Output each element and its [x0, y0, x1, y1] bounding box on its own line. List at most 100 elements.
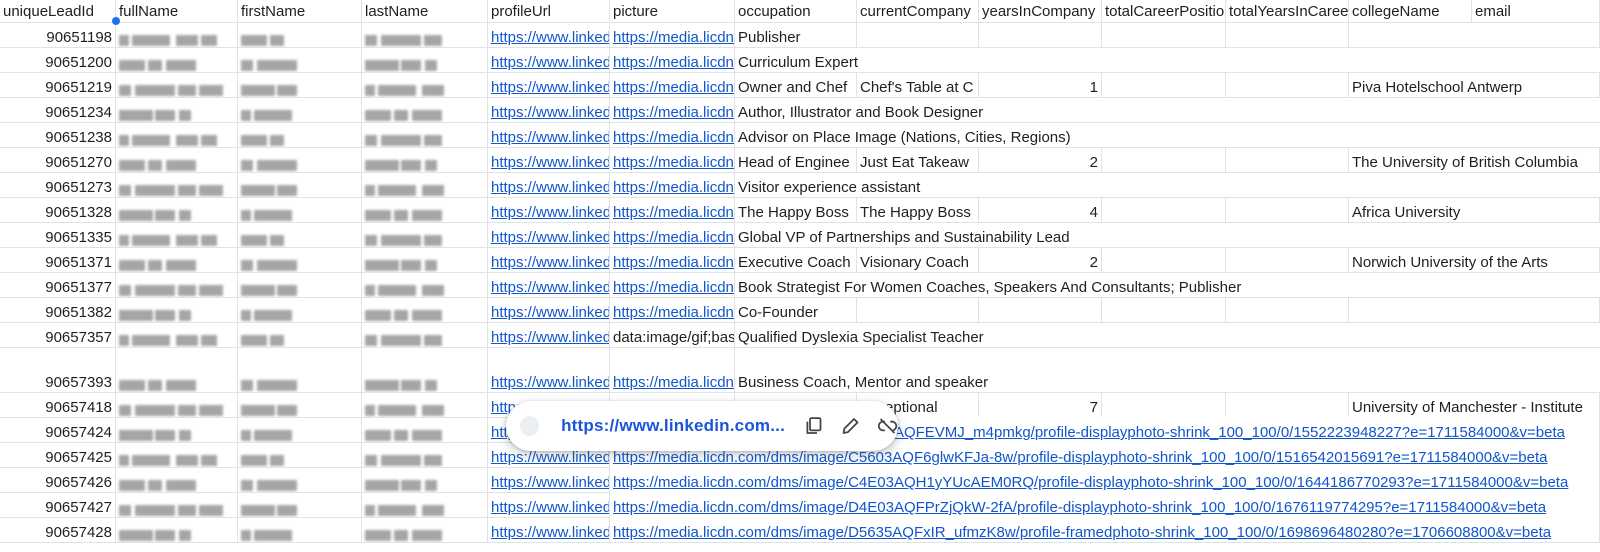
full-name-cell[interactable]	[116, 147, 238, 172]
profile-url-cell-text[interactable]: https://www.linkedin.com/in/	[491, 154, 609, 171]
occupation-cell[interactable]: Executive Coach	[735, 247, 857, 272]
profile-url-cell[interactable]: https://www.linkedin.com/in/	[488, 72, 610, 97]
years-cell[interactable]: 2	[979, 147, 1102, 172]
full-name-cell[interactable]	[116, 222, 238, 247]
company-cell[interactable]: Just Eat Takeaw	[857, 147, 979, 172]
picture-cell[interactable]: https://media.licdn.com/dms/image/C4E03A…	[610, 467, 1600, 492]
picture-cell[interactable]: https://media.licdn.com/	[610, 272, 735, 297]
full-name-cell[interactable]	[116, 392, 238, 417]
profile-url-cell[interactable]: https://www.linkedin.com/in/	[488, 147, 610, 172]
pencil-icon[interactable]	[840, 415, 861, 437]
profile-url-cell-text[interactable]: https://www.linkedin.com/in/	[491, 279, 609, 296]
last-name-cell[interactable]	[362, 72, 488, 97]
last-name-cell[interactable]	[362, 222, 488, 247]
profile-url-cell[interactable]: https://www.linkedin.com/in/	[488, 272, 610, 297]
last-name-cell[interactable]	[362, 417, 488, 442]
first-name-cell[interactable]	[238, 172, 362, 197]
career-positions-cell[interactable]	[1102, 72, 1226, 97]
picture-cell[interactable]: https://media.licdn.com/	[610, 347, 735, 392]
profile-url-cell[interactable]: https://www.linkedin.com/in/	[488, 297, 610, 322]
column-header[interactable]: currentCompany	[857, 0, 979, 22]
profile-url-cell-text[interactable]: https://www.linkedin.com/in/	[491, 104, 609, 121]
profile-url-cell[interactable]: https://www.linkedin.com/in/	[488, 517, 610, 542]
profile-url-cell-text[interactable]: https://www.linkedin.com/in/	[491, 79, 609, 96]
lead-id-cell[interactable]: 90651270	[0, 147, 116, 172]
company-cell[interactable]: Chef's Table at C	[857, 72, 979, 97]
college-cell[interactable]: University of Manchester - Institute	[1349, 392, 1600, 417]
lead-id-cell[interactable]: 90657426	[0, 467, 116, 492]
full-name-cell[interactable]	[116, 197, 238, 222]
last-name-cell[interactable]	[362, 467, 488, 492]
column-header[interactable]: totalYearsInCareer	[1226, 0, 1349, 22]
full-name-cell[interactable]	[116, 97, 238, 122]
lead-id-cell[interactable]: 90651200	[0, 47, 116, 72]
picture-cell-text[interactable]: https://media.licdn.com/dms/image/D5635A…	[613, 524, 1551, 541]
occupation-cell[interactable]: Visitor experience assistant	[735, 172, 1600, 197]
occupation-cell[interactable]: Advisor on Place Image (Nations, Cities,…	[735, 122, 1600, 147]
profile-url-cell-text[interactable]: https://www.linkedin.com/in/	[491, 374, 609, 391]
picture-cell-text[interactable]: https://media.licdn.com/dms/image/C4E03A…	[613, 474, 1568, 491]
profile-url-cell[interactable]: https://www.linkedin.com/in/	[488, 172, 610, 197]
full-name-cell[interactable]	[116, 347, 238, 392]
column-header[interactable]: yearsInCompany	[979, 0, 1102, 22]
column-header[interactable]: occupation	[735, 0, 857, 22]
picture-cell-text[interactable]: https://media.licdn.com/	[613, 79, 734, 96]
last-name-cell[interactable]	[362, 97, 488, 122]
occupation-cell[interactable]: Global VP of Partnerships and Sustainabi…	[735, 222, 1600, 247]
college-cell[interactable]	[1349, 22, 1600, 47]
picture-cell[interactable]: https://media.licdn.com/	[610, 297, 735, 322]
first-name-cell[interactable]	[238, 47, 362, 72]
lead-id-cell[interactable]: 90651198	[0, 22, 116, 47]
first-name-cell[interactable]	[238, 222, 362, 247]
occupation-cell[interactable]: Owner and Chef	[735, 72, 857, 97]
years-cell[interactable]	[979, 22, 1102, 47]
company-cell[interactable]: Visionary Coach	[857, 247, 979, 272]
college-cell[interactable]: The University of British Columbia	[1349, 147, 1600, 172]
picture-cell-text[interactable]: https://media.licdn.com/	[613, 154, 734, 171]
lead-id-cell[interactable]: 90651273	[0, 172, 116, 197]
lead-id-cell[interactable]: 90657393	[0, 347, 116, 392]
career-years-cell[interactable]	[1226, 147, 1349, 172]
picture-cell-text[interactable]: https://media.licdn.com/	[613, 54, 734, 71]
first-name-cell[interactable]	[238, 492, 362, 517]
profile-url-cell[interactable]: https://www.linkedin.com/in/	[488, 222, 610, 247]
first-name-cell[interactable]	[238, 122, 362, 147]
profile-url-cell[interactable]: https://www.linkedin.com/in/	[488, 322, 610, 347]
profile-url-cell[interactable]: https://www.linkedin.com/in/	[488, 47, 610, 72]
full-name-cell[interactable]	[116, 272, 238, 297]
picture-cell-text[interactable]: https://media.licdn.com/dms/image/D4E03A…	[613, 499, 1546, 516]
profile-url-cell-text[interactable]: https://www.linkedin.com/in/	[491, 29, 609, 46]
column-header[interactable]: lastName	[362, 0, 488, 22]
lead-id-cell[interactable]: 90657357	[0, 322, 116, 347]
full-name-cell[interactable]	[116, 322, 238, 347]
lead-id-cell[interactable]: 90657424	[0, 417, 116, 442]
picture-cell[interactable]: data:image/gif;base64	[610, 322, 735, 347]
profile-url-cell[interactable]: https://www.linkedin.com/in/	[488, 97, 610, 122]
last-name-cell[interactable]	[362, 322, 488, 347]
profile-url-cell[interactable]: https://www.linkedin.com/in/	[488, 492, 610, 517]
last-name-cell[interactable]	[362, 272, 488, 297]
lead-id-cell[interactable]: 90651382	[0, 297, 116, 322]
profile-url-cell[interactable]: https://www.linkedin.com/in/	[488, 247, 610, 272]
profile-url-cell-text[interactable]: https://www.linkedin.com/in/	[491, 54, 609, 71]
spreadsheet-grid[interactable]: uniqueLeadId fullName firstName lastName pro…	[0, 0, 1600, 552]
picture-cell[interactable]: https://media.licdn.com/	[610, 222, 735, 247]
picture-cell-text[interactable]: https://media.licdn.com/	[613, 254, 734, 271]
career-positions-cell[interactable]	[1102, 247, 1226, 272]
profile-url-cell[interactable]: https://www.linkedin.com/in/	[488, 347, 610, 392]
last-name-cell[interactable]	[362, 492, 488, 517]
lead-id-cell[interactable]: 90651328	[0, 197, 116, 222]
picture-cell-text[interactable]: https://media.licdn.com/	[613, 279, 734, 296]
first-name-cell[interactable]	[238, 297, 362, 322]
last-name-cell[interactable]	[362, 247, 488, 272]
last-name-cell[interactable]	[362, 47, 488, 72]
first-name-cell[interactable]	[238, 22, 362, 47]
full-name-cell[interactable]	[116, 72, 238, 97]
first-name-cell[interactable]	[238, 147, 362, 172]
full-name-cell[interactable]	[116, 247, 238, 272]
lead-id-cell[interactable]: 90657427	[0, 492, 116, 517]
lead-id-cell[interactable]: 90651371	[0, 247, 116, 272]
last-name-cell[interactable]	[362, 392, 488, 417]
occupation-cell[interactable]: Qualified Dyslexia Specialist Teacher	[735, 322, 1600, 347]
company-cell[interactable]	[857, 22, 979, 47]
